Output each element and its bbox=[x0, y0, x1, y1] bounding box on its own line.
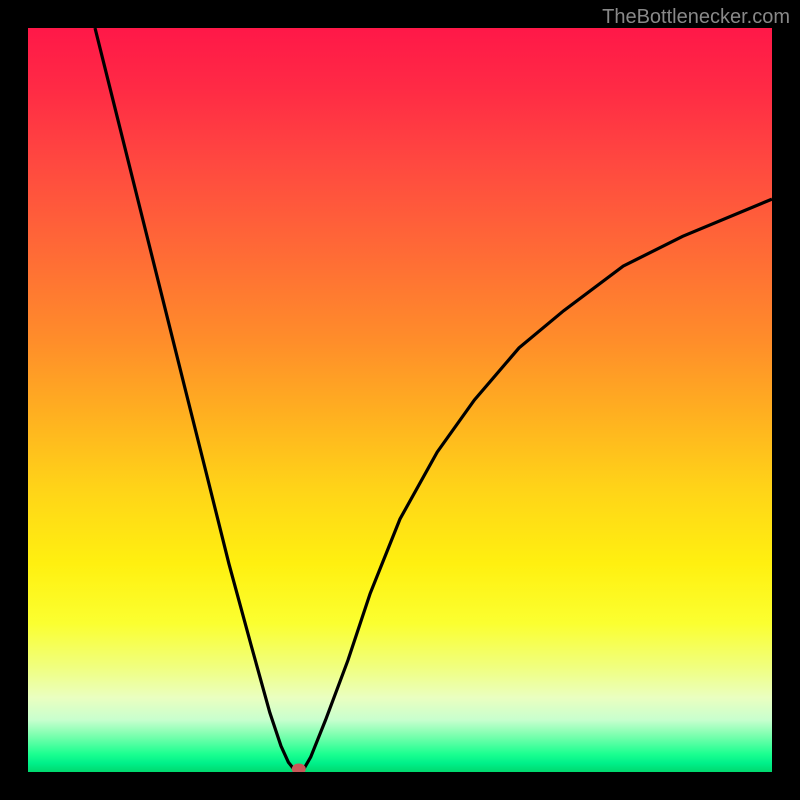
curve-right-branch bbox=[303, 199, 772, 770]
chart-frame: TheBottlenecker.com bbox=[0, 0, 800, 800]
chart-svg bbox=[28, 28, 772, 772]
attribution-text: TheBottlenecker.com bbox=[602, 6, 790, 29]
optimal-point-marker bbox=[292, 764, 306, 773]
curve-left-branch bbox=[95, 28, 294, 770]
plot-area bbox=[28, 28, 772, 772]
